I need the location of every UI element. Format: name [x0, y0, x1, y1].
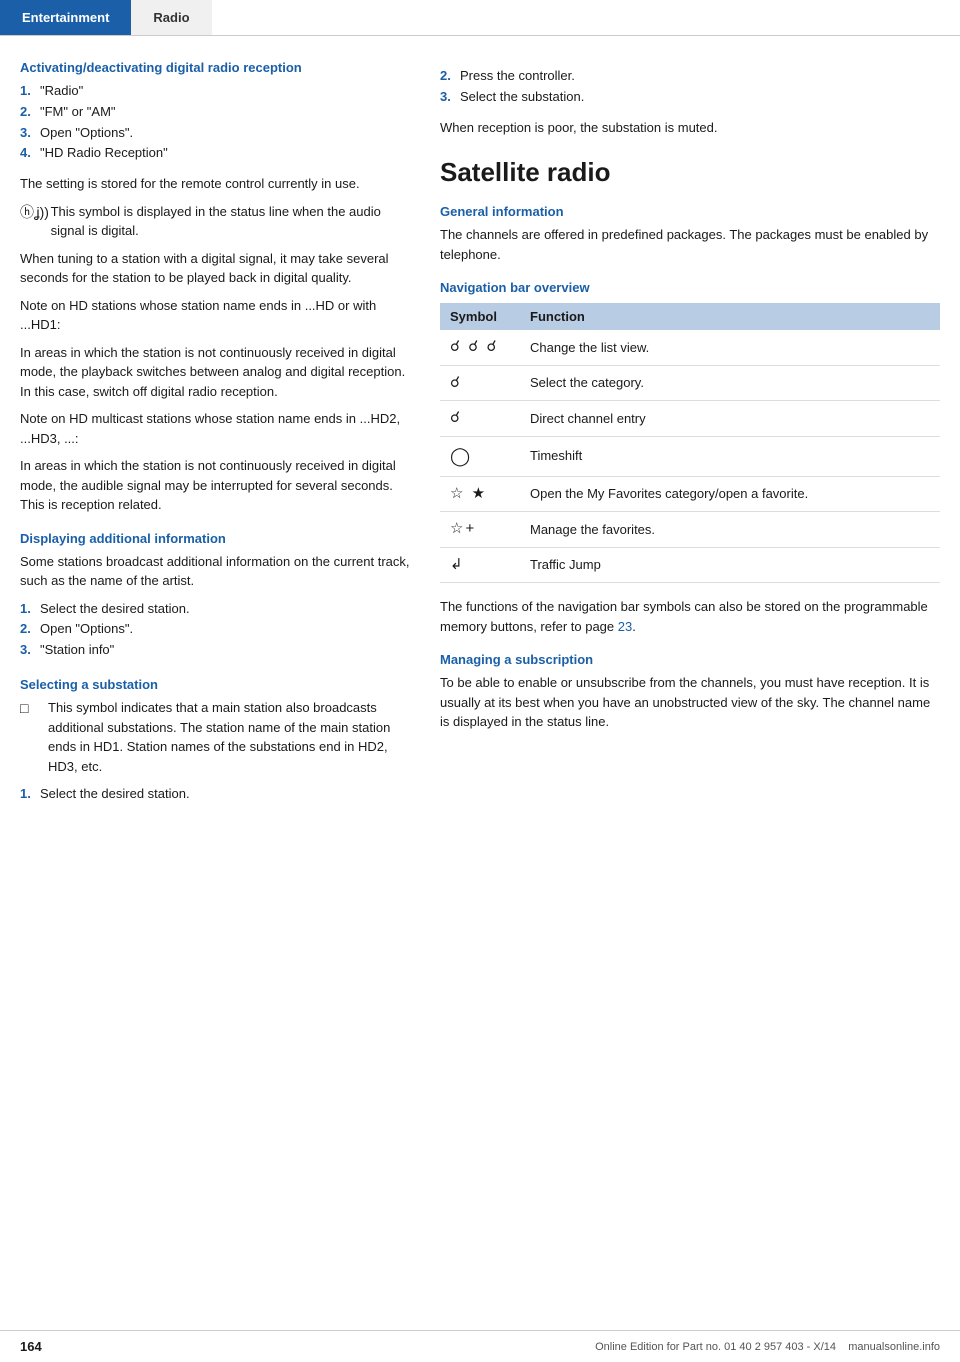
page-ref-link[interactable]: 23 [618, 619, 632, 634]
para-digital-signal: When tuning to a station with a digital … [20, 249, 410, 288]
para-interrupted: In areas in which the station is not con… [20, 456, 410, 515]
table-row: ☌ ☌ ☌ Change the list view. [440, 330, 940, 365]
table-header-symbol: Symbol [440, 303, 520, 330]
main-content: Activating/deactivating digital radio re… [0, 36, 960, 835]
table-row: ☌ Select the category. [440, 365, 940, 401]
para-analog-digital: In areas in which the station is not con… [20, 343, 410, 402]
para-hd-note: Note on HD stations whose station name e… [20, 296, 410, 335]
step-item: 1.Select the desired station. [20, 599, 410, 620]
symbol-cell: ☆+ [440, 512, 520, 548]
page-footer: 164 Online Edition for Part no. 01 40 2 … [0, 1330, 960, 1362]
step-item: 2.Open "Options". [20, 619, 410, 640]
section-subscription-title: Managing a subscription [440, 652, 940, 667]
symbol-cell: ☌ [440, 401, 520, 437]
para-remote-control: The setting is stored for the remote con… [20, 174, 410, 194]
para-muted: When reception is poor, the substation i… [440, 118, 940, 138]
steps-selecting: 1.Select the desired station. [20, 784, 410, 805]
table-header-row: Symbol Function [440, 303, 940, 330]
page-number: 164 [20, 1339, 42, 1354]
step-item: 2."FM" or "AM" [20, 102, 410, 123]
step-item: 3.Open "Options". [20, 123, 410, 144]
step-item: 4."HD Radio Reception" [20, 143, 410, 164]
step-item: 2.Press the controller. [440, 66, 940, 87]
function-cell: Manage the favorites. [520, 512, 940, 548]
function-cell: Select the category. [520, 365, 940, 401]
table-row: ☆ ★ Open the My Favorites category/open … [440, 476, 940, 512]
symbol-cell: ☌ ☌ ☌ [440, 330, 520, 365]
step-item: 1.Select the desired station. [20, 784, 410, 805]
function-cell: Open the My Favorites category/open a fa… [520, 476, 940, 512]
top-nav-bar: Entertainment Radio [0, 0, 960, 36]
tab-entertainment[interactable]: Entertainment [0, 0, 131, 35]
substation-symbol-icon: □ [20, 698, 42, 776]
hd-symbol-icon: ⓗʝ)) [20, 202, 45, 241]
para-general-info: The channels are offered in predefined p… [440, 225, 940, 264]
steps-continued: 2.Press the controller. 3.Select the sub… [440, 66, 940, 108]
section-activating-title: Activating/deactivating digital radio re… [20, 60, 410, 75]
para-stations-broadcast: Some stations broadcast additional infor… [20, 552, 410, 591]
steps-activating: 1."Radio" 2."FM" or "AM" 3.Open "Options… [20, 81, 410, 164]
function-cell: Timeshift [520, 436, 940, 476]
para-subscription: To be able to enable or unsubscribe from… [440, 673, 940, 732]
symbol-cell: ☌ [440, 365, 520, 401]
para-nav-functions: The functions of the navigation bar symb… [440, 597, 940, 636]
steps-displaying: 1.Select the desired station. 2.Open "Op… [20, 599, 410, 661]
edition-text: Online Edition for Part no. 01 40 2 957 … [595, 1341, 940, 1353]
table-row: ↲ Traffic Jump [440, 547, 940, 583]
right-column: 2.Press the controller. 3.Select the sub… [440, 60, 940, 815]
step-item: 3.Select the substation. [440, 87, 940, 108]
satellite-radio-title: Satellite radio [440, 157, 940, 188]
tab-radio[interactable]: Radio [131, 0, 211, 35]
step-item: 3."Station info" [20, 640, 410, 661]
symbol-cell: ☆ ★ [440, 476, 520, 512]
table-header-function: Function [520, 303, 940, 330]
symbol-note-substation: □ This symbol indicates that a main stat… [20, 698, 410, 776]
function-cell: Direct channel entry [520, 401, 940, 437]
section-navbar-overview-title: Navigation bar overview [440, 280, 940, 295]
step-item: 1."Radio" [20, 81, 410, 102]
table-row: ◯ Timeshift [440, 436, 940, 476]
section-displaying-title: Displaying additional information [20, 531, 410, 546]
navigation-bar-table: Symbol Function ☌ ☌ ☌ Change the list vi… [440, 303, 940, 583]
symbol-note-digital: ⓗʝ)) This symbol is displayed in the sta… [20, 202, 410, 241]
left-column: Activating/deactivating digital radio re… [20, 60, 410, 815]
symbol-cell: ◯ [440, 436, 520, 476]
function-cell: Change the list view. [520, 330, 940, 365]
table-row: ☆+ Manage the favorites. [440, 512, 940, 548]
section-selecting-substation-title: Selecting a substation [20, 677, 410, 692]
symbol-cell: ↲ [440, 547, 520, 583]
table-row: ☌ Direct channel entry [440, 401, 940, 437]
section-general-info-title: General information [440, 204, 940, 219]
para-hd-multicast: Note on HD multicast stations whose stat… [20, 409, 410, 448]
function-cell: Traffic Jump [520, 547, 940, 583]
